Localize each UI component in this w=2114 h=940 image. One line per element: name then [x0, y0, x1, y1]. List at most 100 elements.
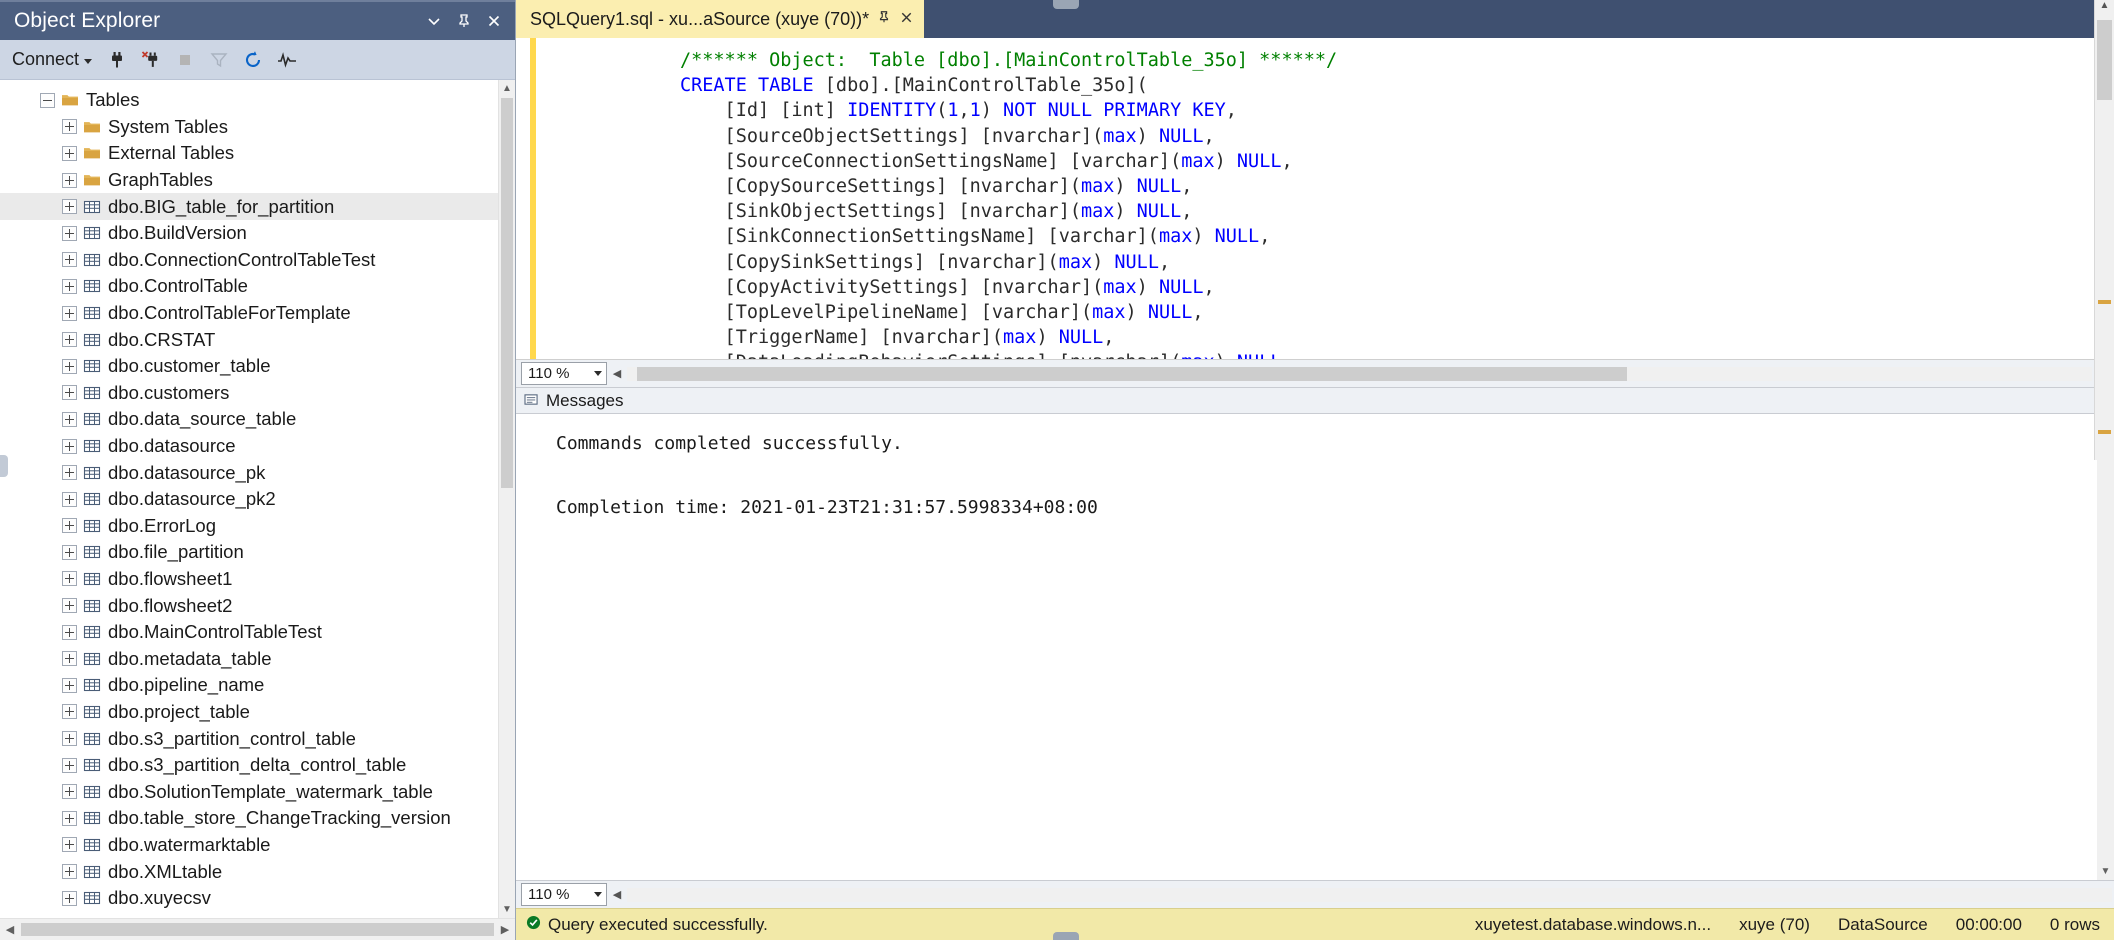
tree-item[interactable]: dbo.datasource_pk2 [0, 486, 498, 513]
expand-icon[interactable] [62, 439, 77, 454]
object-explorer-vertical-scrollbar[interactable]: ▲ ▼ [498, 80, 515, 918]
tree-item[interactable]: dbo.metadata_table [0, 645, 498, 672]
expand-icon[interactable] [62, 731, 77, 746]
expand-icon[interactable] [62, 545, 77, 560]
expand-icon[interactable] [62, 226, 77, 241]
expand-icon[interactable] [62, 704, 77, 719]
tree-item[interactable]: System Tables [0, 114, 498, 141]
expand-icon[interactable] [62, 678, 77, 693]
tree-item[interactable]: dbo.xuyecsv [0, 885, 498, 912]
expand-icon[interactable] [62, 412, 77, 427]
tree-item[interactable]: dbo.ControlTableForTemplate [0, 300, 498, 327]
expand-icon[interactable] [62, 332, 77, 347]
tree-item[interactable]: dbo.flowsheet1 [0, 566, 498, 593]
messages-vertical-scrollbar[interactable]: ▲ ▼ [2097, 414, 2114, 880]
close-icon[interactable] [479, 6, 509, 36]
chevron-down-icon[interactable] [419, 6, 449, 36]
expand-icon[interactable] [62, 385, 77, 400]
activity-monitor-icon[interactable] [271, 45, 303, 75]
tree-item[interactable]: dbo.file_partition [0, 539, 498, 566]
expand-icon[interactable] [62, 784, 77, 799]
tree-item[interactable]: dbo.datasource_pk [0, 459, 498, 486]
tree-item[interactable]: dbo.s3_partition_control_table [0, 725, 498, 752]
object-explorer-horizontal-scrollbar[interactable]: ◀ ▶ [0, 918, 515, 940]
refresh-icon[interactable] [237, 45, 269, 75]
tree-item[interactable]: dbo.BIG_table_for_partition [0, 193, 498, 220]
scroll-left-icon[interactable]: ◀ [0, 923, 20, 936]
expand-icon[interactable] [62, 651, 77, 666]
expand-icon[interactable] [62, 891, 77, 906]
tab-sqlquery1[interactable]: SQLQuery1.sql - xu...aSource (xuye (70))… [516, 0, 924, 38]
expand-icon[interactable] [62, 146, 77, 161]
messages-zoom-select[interactable]: 110 % [521, 883, 607, 906]
tree-item[interactable]: dbo.BuildVersion [0, 220, 498, 247]
tree-item[interactable]: dbo.pipeline_name [0, 672, 498, 699]
tree-item[interactable]: External Tables [0, 140, 498, 167]
pin-icon[interactable] [449, 6, 479, 36]
tree-item[interactable]: dbo.table_store_ChangeTracking_version [0, 805, 498, 832]
pin-icon[interactable] [877, 10, 891, 28]
object-explorer-tree[interactable]: TablesSystem TablesExternal TablesGraphT… [0, 80, 498, 918]
tree-item[interactable]: dbo.data_source_table [0, 406, 498, 433]
expand-icon[interactable] [62, 625, 77, 640]
expand-icon[interactable] [62, 199, 77, 214]
expand-icon[interactable] [62, 758, 77, 773]
close-icon[interactable] [899, 10, 914, 29]
tree-item[interactable]: dbo.customer_table [0, 353, 498, 380]
disconnect-object-explorer-icon[interactable] [135, 45, 167, 75]
messages-tab[interactable]: Messages [516, 388, 2114, 414]
expand-icon[interactable] [62, 492, 77, 507]
editor-zoom-select[interactable]: 110 % [521, 362, 607, 385]
expand-icon[interactable] [62, 518, 77, 533]
scroll-down-icon[interactable]: ▼ [499, 901, 515, 918]
tree-item[interactable]: dbo.MainControlTableTest [0, 619, 498, 646]
scroll-left-icon[interactable]: ◀ [607, 367, 627, 380]
messages-horizontal-scrollbar[interactable] [627, 888, 2112, 902]
tree-item[interactable]: dbo.ControlTable [0, 273, 498, 300]
splitter-handle-top[interactable] [1053, 0, 1079, 9]
scroll-right-icon[interactable]: ▶ [495, 923, 515, 936]
expand-icon[interactable] [62, 598, 77, 613]
hscrollbar-thumb[interactable] [21, 923, 494, 936]
filter-icon[interactable] [203, 45, 235, 75]
tree-item[interactable]: dbo.XMLtable [0, 858, 498, 885]
splitter-handle-bottom[interactable] [1053, 932, 1079, 940]
scroll-up-icon[interactable]: ▲ [2095, 0, 2114, 18]
expand-icon[interactable] [62, 359, 77, 374]
messages-text[interactable]: Commands completed successfully. Complet… [516, 414, 2097, 880]
tree-item[interactable]: dbo.ConnectionControlTableTest [0, 247, 498, 274]
tree-item[interactable]: dbo.customers [0, 380, 498, 407]
connect-object-explorer-icon[interactable] [101, 45, 133, 75]
scroll-down-icon[interactable]: ▼ [2097, 863, 2114, 880]
tree-item[interactable]: Tables [0, 87, 498, 114]
tree-item[interactable]: dbo.CRSTAT [0, 326, 498, 353]
panel-resize-handle[interactable] [0, 455, 8, 477]
tree-item[interactable]: dbo.project_table [0, 699, 498, 726]
sql-code-text[interactable]: /****** Object: Table [dbo].[MainControl… [550, 38, 2114, 359]
tree-item[interactable]: GraphTables [0, 167, 498, 194]
expand-icon[interactable] [62, 279, 77, 294]
expand-icon[interactable] [62, 465, 77, 480]
tree-item[interactable]: dbo.flowsheet2 [0, 592, 498, 619]
expand-icon[interactable] [62, 837, 77, 852]
expand-icon[interactable] [62, 306, 77, 321]
tree-item[interactable]: dbo.s3_partition_delta_control_table [0, 752, 498, 779]
editor-horizontal-scrollbar[interactable] [627, 367, 2092, 381]
expand-icon[interactable] [62, 173, 77, 188]
scrollbar-thumb[interactable] [2097, 20, 2112, 100]
expand-icon[interactable] [62, 811, 77, 826]
expand-icon[interactable] [62, 119, 77, 134]
expand-icon[interactable] [62, 252, 77, 267]
tree-item[interactable]: dbo.datasource [0, 433, 498, 460]
collapse-icon[interactable] [40, 93, 55, 108]
hscrollbar-thumb[interactable] [637, 367, 1627, 381]
outer-vertical-scrollbar[interactable]: ▲ [2094, 0, 2114, 460]
scrollbar-thumb[interactable] [501, 98, 513, 488]
tree-item[interactable]: dbo.ErrorLog [0, 513, 498, 540]
expand-icon[interactable] [62, 571, 77, 586]
tree-item[interactable]: dbo.SolutionTemplate_watermark_table [0, 778, 498, 805]
expand-icon[interactable] [62, 864, 77, 879]
connect-button[interactable]: Connect [8, 46, 99, 73]
tree-item[interactable]: dbo.watermarktable [0, 832, 498, 859]
scroll-up-icon[interactable]: ▲ [499, 80, 515, 97]
